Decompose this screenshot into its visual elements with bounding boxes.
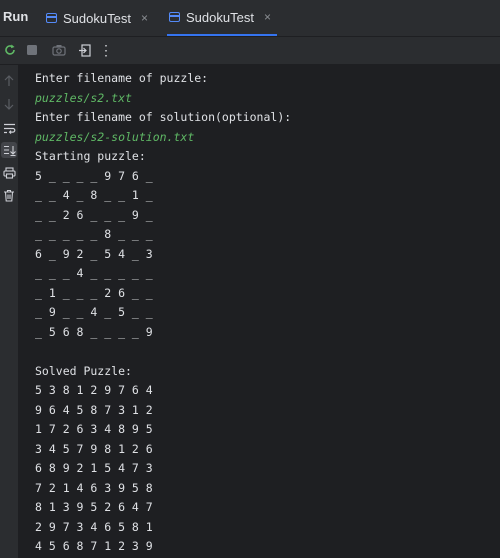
console-sidebar xyxy=(0,65,19,558)
run-toolbar: ⋮ xyxy=(0,37,500,65)
console-output-line: 6 8 9 2 1 5 4 7 3 xyxy=(35,461,153,475)
scroll-to-end-icon[interactable] xyxy=(1,142,17,158)
print-icon[interactable] xyxy=(1,165,17,181)
console-output-line: 4 5 6 8 7 1 2 3 9 xyxy=(35,539,153,553)
tab-sudokutest-2[interactable]: SudokuTest × xyxy=(167,0,277,36)
run-config-icon xyxy=(169,12,180,22)
rerun-icon[interactable] xyxy=(2,42,18,58)
console-output-line: Enter filename of solution(optional): xyxy=(35,110,292,124)
tab-label: SudokuTest xyxy=(63,10,131,26)
console-output-line: 3 4 5 7 9 8 1 2 6 xyxy=(35,441,153,456)
console-output-line: 2 9 7 3 4 6 5 8 1 xyxy=(35,519,153,534)
console-output[interactable]: Enter filename of puzzle: puzzles/s2.txt E… xyxy=(19,65,500,558)
down-arrow-icon[interactable] xyxy=(1,96,17,112)
console-output-line: _ 5 6 8 _ _ _ _ 9 xyxy=(35,324,153,339)
console-output-line: _ 9 _ _ 4 _ 5 _ _ xyxy=(35,305,153,319)
run-tab-bar: Run SudokuTest × SudokuTest × xyxy=(0,0,500,37)
console-output-line: 1 7 2 6 3 4 8 9 5 xyxy=(35,422,153,436)
exit-icon[interactable] xyxy=(76,42,92,58)
console-output-line: _ _ _ 4 _ _ _ _ _ xyxy=(35,266,153,280)
trash-icon[interactable] xyxy=(1,187,17,203)
console-output-line: _ _ 4 _ 8 _ _ 1 _ xyxy=(35,188,153,202)
console-input-line: puzzles/s2-solution.txt xyxy=(35,129,195,144)
console-output-line: Solved Puzzle: xyxy=(35,363,132,378)
up-arrow-icon[interactable] xyxy=(1,73,17,89)
console-input-line: puzzles/s2.txt xyxy=(35,90,132,105)
console-output-line: 8 1 3 9 5 2 6 4 7 xyxy=(35,500,153,514)
camera-icon[interactable] xyxy=(51,42,67,58)
console-output-line: 9 6 4 5 8 7 3 1 2 xyxy=(35,402,153,417)
console-output-line: 5 _ _ _ _ 9 7 6 _ xyxy=(35,168,153,183)
console-output-line: _ 1 _ _ _ 2 6 _ _ xyxy=(35,285,153,300)
console-output-line: 5 3 8 1 2 9 7 6 4 xyxy=(35,383,153,397)
console-output-line: 6 _ 9 2 _ 5 4 _ 3 xyxy=(35,246,153,261)
close-icon[interactable]: × xyxy=(264,10,271,24)
tab-label: SudokuTest xyxy=(186,9,254,25)
console-output-line: _ _ _ _ _ 8 _ _ _ xyxy=(35,227,153,241)
run-config-icon xyxy=(46,13,57,23)
stop-icon[interactable] xyxy=(24,42,40,58)
more-options-icon[interactable]: ⋮ xyxy=(98,42,114,58)
tab-sudokutest-1[interactable]: SudokuTest × xyxy=(46,0,148,36)
soft-wrap-icon[interactable] xyxy=(1,120,17,136)
close-icon[interactable]: × xyxy=(141,11,148,25)
console-output-line: 7 2 1 4 6 3 9 5 8 xyxy=(35,480,153,495)
run-panel-title: Run xyxy=(3,9,29,24)
console-output-line: _ _ 2 6 _ _ _ 9 _ xyxy=(35,207,153,222)
console-output-line: Starting puzzle: xyxy=(35,149,146,163)
console-output-line: Enter filename of puzzle: xyxy=(35,71,209,85)
